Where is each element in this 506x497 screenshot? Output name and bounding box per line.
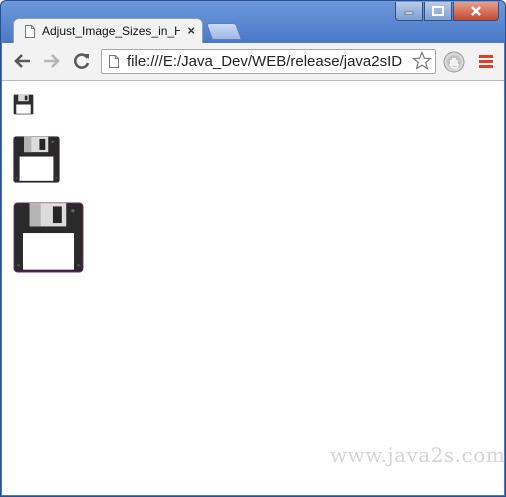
browser-tab[interactable]: Adjust_Image_Sizes_in_HT × xyxy=(13,18,203,44)
minimize-icon xyxy=(404,11,414,15)
floppy-disk-icon xyxy=(13,136,60,183)
watermark: www.java2s.com xyxy=(330,443,506,467)
close-icon xyxy=(471,6,481,16)
close-window-button[interactable] xyxy=(453,2,499,21)
page-icon xyxy=(25,25,35,38)
minimize-button[interactable] xyxy=(395,2,423,21)
reload-icon xyxy=(74,53,90,69)
tab-title: Adjust_Image_Sizes_in_HT xyxy=(42,24,180,38)
back-button[interactable] xyxy=(12,51,32,71)
back-icon xyxy=(14,54,30,68)
browser-window: Adjust_Image_Sizes_in_HT × file:///E:/Ja… xyxy=(0,0,506,497)
address-bar[interactable]: file:///E:/Java_Dev/WEB/release/java2sID xyxy=(101,49,436,74)
menu-icon[interactable] xyxy=(478,53,494,69)
star-icon[interactable] xyxy=(412,51,432,71)
url-text: file:///E:/Java_Dev/WEB/release/java2sID xyxy=(127,53,403,70)
reload-button[interactable] xyxy=(72,51,92,71)
tab-close-button[interactable]: × xyxy=(187,23,195,38)
floppy-disk-icon xyxy=(13,202,84,273)
forward-button[interactable] xyxy=(42,51,62,71)
maximize-icon xyxy=(432,6,444,16)
browser-toolbar: file:///E:/Java_Dev/WEB/release/java2sID xyxy=(2,43,504,81)
extension-icon[interactable] xyxy=(443,51,465,73)
forward-icon xyxy=(44,54,60,68)
floppy-disk-icon xyxy=(13,94,34,115)
maximize-button[interactable] xyxy=(424,2,452,21)
window-controls xyxy=(394,2,499,21)
page-icon xyxy=(109,55,119,68)
page-content: www.java2s.com xyxy=(2,81,506,495)
new-tab-button[interactable] xyxy=(205,23,243,40)
